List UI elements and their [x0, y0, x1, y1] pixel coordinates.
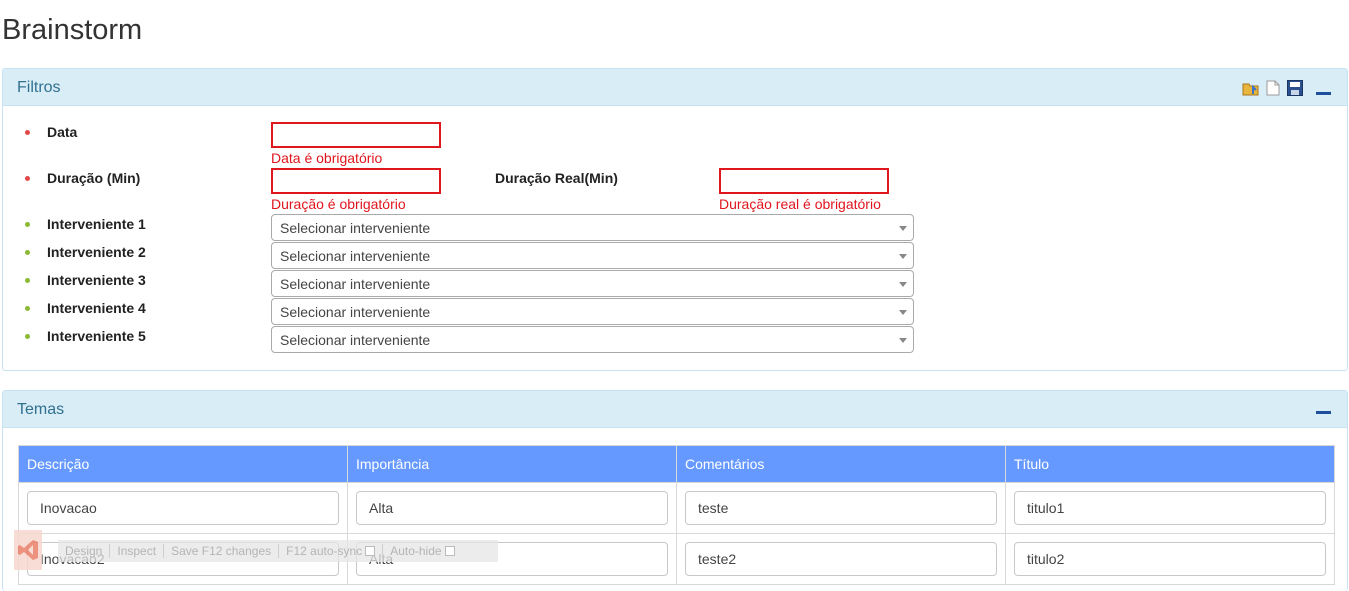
visual-studio-icon[interactable]: [14, 530, 42, 570]
devbar-strip: Design Inspect Save F12 changes F12 auto…: [58, 540, 498, 562]
devbar-design[interactable]: Design: [58, 544, 111, 558]
column-header-importancia[interactable]: Importância: [347, 445, 677, 483]
interveniente-2-selected: Selecionar interveniente: [280, 248, 431, 264]
interveniente-4-select[interactable]: Selecionar interveniente: [271, 298, 914, 325]
interveniente-3-select[interactable]: Selecionar interveniente: [271, 270, 914, 297]
table-header-row: Descrição Importância Comentários Título: [18, 445, 1335, 483]
optional-bullet: [25, 278, 30, 283]
data-label: Data: [47, 124, 78, 140]
devbar-auto-hide[interactable]: Auto-hide: [383, 544, 461, 558]
devbar-inspect-label: Inspect: [117, 544, 157, 558]
titulo-input[interactable]: [1014, 542, 1326, 576]
titulo-input[interactable]: [1014, 491, 1326, 525]
table-cell: [1005, 482, 1335, 534]
table-cell: [18, 482, 348, 534]
required-bullet: [25, 130, 30, 135]
data-input[interactable]: [271, 122, 441, 148]
optional-bullet: [25, 306, 30, 311]
duracao-error: Duração é obrigatório: [271, 196, 406, 212]
devbar-design-label: Design: [65, 544, 103, 558]
interveniente-5-selected: Selecionar interveniente: [280, 332, 431, 348]
collapse-icon[interactable]: [1316, 411, 1331, 414]
table-cell: [1005, 533, 1335, 585]
table-cell: [676, 533, 1006, 585]
optional-bullet: [25, 334, 30, 339]
devbar-save-f12-label: Save F12 changes: [171, 544, 272, 558]
new-document-icon[interactable]: [1264, 79, 1282, 97]
duracao-real-label: Duração Real(Min): [495, 170, 618, 186]
column-header-comentarios[interactable]: Comentários: [676, 445, 1006, 483]
temas-panel-title: Temas: [17, 401, 65, 418]
duracao-label: Duração (Min): [47, 170, 141, 186]
table-row: [18, 482, 1335, 534]
chevron-down-icon: [899, 254, 907, 259]
auto-hide-checkbox[interactable]: [444, 546, 455, 556]
duracao-real-input[interactable]: [719, 168, 889, 194]
optional-bullet: [25, 222, 30, 227]
devbar-save-f12[interactable]: Save F12 changes: [164, 544, 280, 558]
devbar-auto-hide-label: Auto-hide: [390, 544, 442, 558]
chevron-down-icon: [899, 282, 907, 287]
duracao-real-error: Duração real é obrigatório: [719, 196, 881, 212]
comentarios-input[interactable]: [685, 491, 997, 525]
interveniente-4-label: Interveniente 4: [47, 300, 146, 316]
column-header-descricao[interactable]: Descrição: [18, 445, 348, 483]
optional-bullet: [25, 250, 30, 255]
table-cell: [347, 482, 677, 534]
devbar-auto-sync-label: F12 auto-sync: [286, 544, 363, 558]
data-error: Data é obrigatório: [271, 150, 383, 166]
filtros-panel-title: Filtros: [17, 79, 61, 96]
duracao-input[interactable]: [271, 168, 441, 194]
page-title: Brainstorm: [2, 14, 143, 46]
filtros-panel: Filtros Data Data é obrigatório Duração …: [2, 68, 1348, 371]
interveniente-3-label: Interveniente 3: [47, 272, 146, 288]
auto-sync-checkbox[interactable]: [365, 546, 376, 556]
temas-panel-heading: Temas: [3, 391, 1347, 428]
chevron-down-icon: [899, 338, 907, 343]
browser-link-devbar: Design Inspect Save F12 changes F12 auto…: [14, 530, 514, 572]
chevron-down-icon: [899, 226, 907, 231]
temas-toolbar: [1308, 401, 1331, 414]
devbar-auto-sync[interactable]: F12 auto-sync: [279, 544, 384, 558]
interveniente-1-label: Interveniente 1: [47, 216, 146, 232]
interveniente-1-select[interactable]: Selecionar interveniente: [271, 214, 914, 241]
chevron-down-icon: [899, 310, 907, 315]
collapse-icon[interactable]: [1316, 91, 1331, 95]
devbar-inspect[interactable]: Inspect: [110, 544, 165, 558]
column-header-titulo[interactable]: Título: [1005, 445, 1335, 483]
interveniente-5-label: Interveniente 5: [47, 328, 146, 344]
interveniente-1-selected: Selecionar interveniente: [280, 220, 431, 236]
comentarios-input[interactable]: [685, 542, 997, 576]
importancia-input[interactable]: [356, 491, 668, 525]
required-bullet: [25, 176, 30, 181]
interveniente-2-select[interactable]: Selecionar interveniente: [271, 242, 914, 269]
filtros-panel-heading: Filtros: [3, 69, 1347, 106]
interveniente-3-selected: Selecionar interveniente: [280, 276, 431, 292]
table-cell: [676, 482, 1006, 534]
descricao-input[interactable]: [27, 491, 339, 525]
filtros-toolbar: [1242, 79, 1331, 97]
interveniente-2-label: Interveniente 2: [47, 244, 146, 260]
interveniente-5-select[interactable]: Selecionar interveniente: [271, 326, 914, 353]
interveniente-4-selected: Selecionar interveniente: [280, 304, 431, 320]
open-folder-icon[interactable]: [1242, 79, 1260, 97]
save-disk-icon[interactable]: [1286, 79, 1304, 97]
